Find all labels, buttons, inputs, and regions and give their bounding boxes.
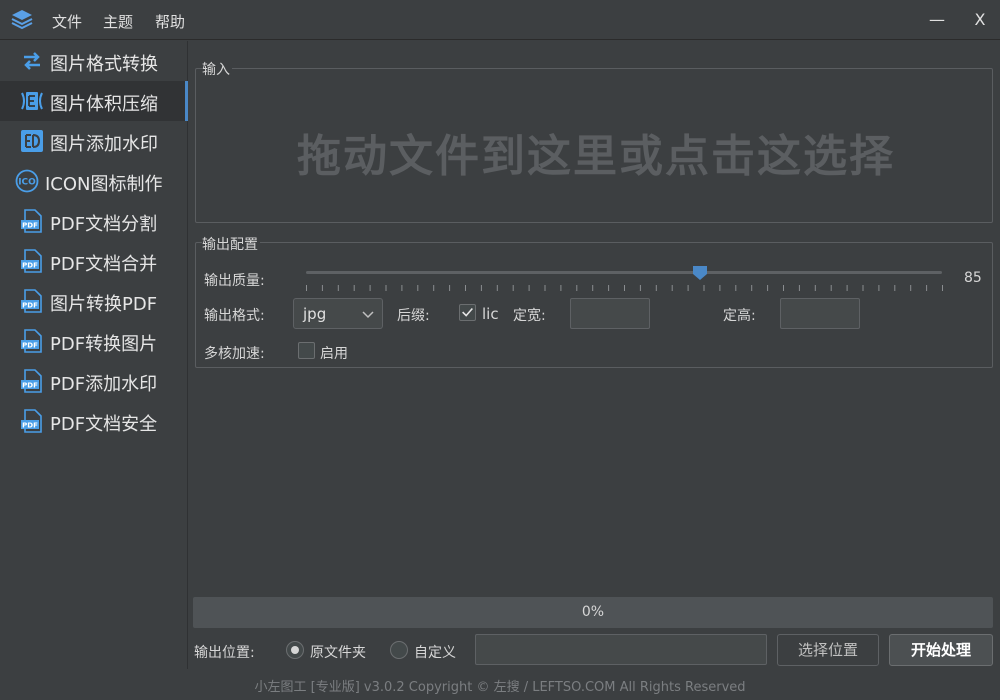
progress-bar: 0%	[193, 597, 993, 628]
quality-slider-handle[interactable]	[692, 265, 708, 281]
svg-text:PDF: PDF	[22, 422, 38, 430]
sidebar-item-label: PDF转换图片	[50, 334, 158, 355]
progress-text: 0%	[581, 604, 605, 620]
sidebar-item-image-to-pdf[interactable]: PDF 图片转换PDF	[0, 281, 188, 321]
minimize-button[interactable]: —	[923, 8, 951, 32]
quality-slider[interactable]	[306, 271, 942, 274]
suffix-label: 后缀:	[397, 308, 430, 324]
width-field[interactable]	[570, 298, 650, 329]
format-select[interactable]: jpg	[293, 298, 383, 329]
input-group-title: 输入	[202, 59, 232, 79]
watermark-icon	[21, 130, 43, 152]
radio-custom-label[interactable]: 自定义	[414, 642, 456, 662]
sidebar-item-pdf-merge[interactable]: PDF PDF文档合并	[0, 241, 188, 281]
radio-original-folder[interactable]	[286, 641, 304, 659]
suffix-checkbox-label[interactable]: lic	[482, 305, 499, 323]
sidebar-item-label: PDF文档合并	[50, 254, 158, 275]
compress-icon	[21, 92, 43, 110]
quality-value: 85	[964, 270, 982, 286]
pdf-icon: PDF	[21, 249, 42, 273]
output-location-label: 输出位置:	[194, 645, 255, 661]
sidebar-item-label: PDF文档安全	[50, 414, 158, 435]
close-button[interactable]: X	[966, 8, 994, 32]
radio-original-folder-label[interactable]: 原文件夹	[310, 642, 366, 662]
sidebar-item-pdf-split[interactable]: PDF PDF文档分割	[0, 201, 188, 241]
menu-theme[interactable]: 主题	[103, 11, 133, 32]
pdf-icon: PDF	[21, 289, 42, 313]
format-select-value: jpg	[303, 305, 327, 323]
sidebar-item-label: ICON图标制作	[45, 174, 163, 195]
sidebar-item-pdf-watermark[interactable]: PDF PDF添加水印	[0, 361, 188, 401]
height-field[interactable]	[780, 298, 860, 329]
sidebar-item-label: 图片添加水印	[50, 134, 158, 155]
output-path-field[interactable]	[475, 634, 767, 665]
svg-text:PDF: PDF	[22, 382, 38, 390]
sidebar-item-image-compress[interactable]: 图片体积压缩	[0, 81, 188, 121]
sidebar-item-label: 图片体积压缩	[50, 94, 158, 115]
height-label: 定高:	[723, 308, 756, 324]
svg-text:PDF: PDF	[22, 342, 38, 350]
chevron-down-icon	[362, 311, 374, 319]
sidebar-item-label: 图片转换PDF	[50, 294, 158, 315]
format-label: 输出格式:	[204, 308, 265, 324]
menu-file[interactable]: 文件	[52, 11, 82, 32]
pdf-icon: PDF	[21, 409, 42, 433]
svg-text:PDF: PDF	[22, 302, 38, 310]
svg-text:PDF: PDF	[22, 222, 38, 230]
sidebar-item-label: 图片格式转换	[50, 54, 158, 75]
sidebar-item-icon-make[interactable]: ICO ICON图标制作	[0, 161, 188, 201]
width-label: 定宽:	[513, 308, 546, 324]
drop-hint[interactable]: 拖动文件到这里或点击这选择	[196, 120, 996, 184]
sidebar: 图片格式转换 图片体积压缩 图片添加水印 ICO ICON图标制作 PDF PD…	[0, 41, 188, 669]
multicore-checkbox-label[interactable]: 启用	[320, 343, 348, 363]
menu-help[interactable]: 帮助	[155, 11, 185, 32]
convert-arrows-icon	[24, 52, 40, 70]
choose-location-button[interactable]: 选择位置	[777, 634, 879, 666]
footer-copyright: 小左图工 [专业版] v3.0.2 Copyright © 左搜 / LEFTS…	[254, 680, 746, 695]
title-bar: 文件 主题 帮助 — X	[0, 0, 1000, 40]
pdf-icon: PDF	[21, 209, 42, 233]
ico-icon: ICO	[15, 169, 39, 193]
pdf-icon: PDF	[21, 369, 42, 393]
svg-text:ICO: ICO	[18, 178, 36, 188]
suffix-checkbox[interactable]	[459, 304, 476, 321]
svg-text:PDF: PDF	[22, 262, 38, 270]
quality-slider-ticks	[306, 285, 943, 291]
output-config-title: 输出配置	[202, 234, 260, 254]
multicore-checkbox[interactable]	[298, 342, 315, 359]
sidebar-item-pdf-to-image[interactable]: PDF PDF转换图片	[0, 321, 188, 361]
sidebar-item-label: PDF文档分割	[50, 214, 158, 235]
sidebar-item-image-convert[interactable]: 图片格式转换	[0, 41, 188, 81]
radio-custom[interactable]	[390, 641, 408, 659]
quality-label: 输出质量:	[204, 273, 265, 289]
check-icon	[462, 308, 473, 317]
multicore-label: 多核加速:	[204, 346, 265, 362]
pdf-icon: PDF	[21, 329, 42, 353]
sidebar-item-label: PDF添加水印	[50, 374, 158, 395]
app-logo-icon	[11, 10, 33, 30]
sidebar-item-pdf-security[interactable]: PDF PDF文档安全	[0, 401, 188, 441]
sidebar-item-image-watermark[interactable]: 图片添加水印	[0, 121, 188, 161]
start-process-button[interactable]: 开始处理	[889, 634, 993, 666]
